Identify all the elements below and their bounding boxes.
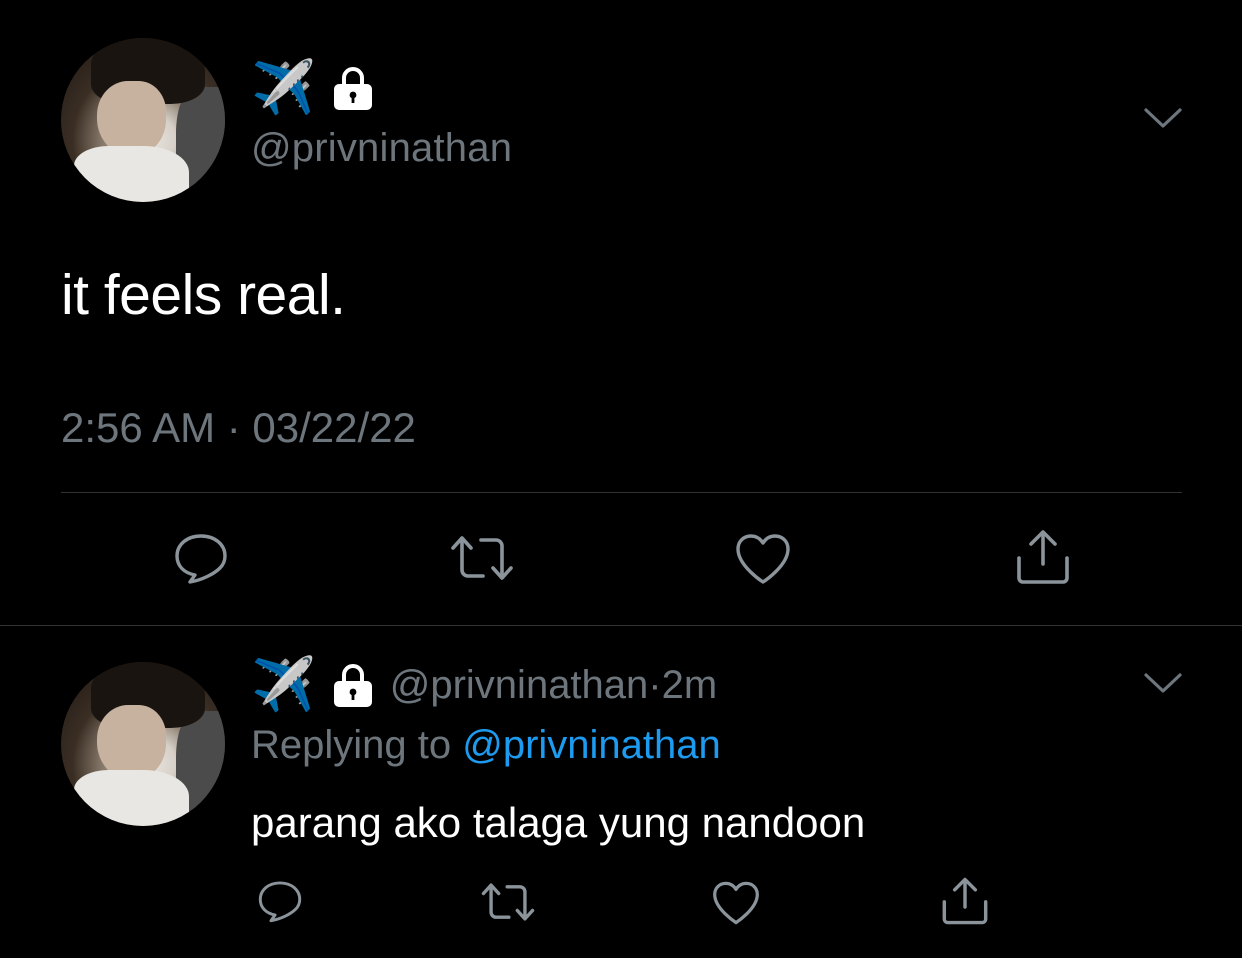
lock-icon [333,664,372,707]
user-handle[interactable]: @privninathan [251,126,512,171]
separator-dot: · [648,662,662,707]
airplane-emoji: ✈️ [251,58,316,118]
airplane-emoji[interactable]: ✈️ [251,659,316,711]
avatar[interactable] [61,38,225,202]
lock-icon [333,67,372,110]
avatar-shirt [74,146,189,202]
user-handle[interactable]: @privninathan [390,663,649,708]
tweet-text: parang ako talaga yung nandoon [251,799,866,846]
chevron-down-icon[interactable] [1143,671,1183,695]
avatar-face [97,80,166,157]
section-divider [0,625,1242,626]
avatar-shirt [74,770,189,826]
like-icon[interactable] [734,532,792,586]
tweet-timestamp[interactable]: 2:56 AM · 03/22/22 [61,404,416,452]
reply-icon[interactable] [173,530,229,586]
avatar[interactable] [61,662,225,826]
like-icon[interactable] [711,880,761,926]
tweet-text: it feels real. [61,263,346,327]
reply-icon[interactable] [256,878,304,924]
share-icon[interactable] [940,876,990,926]
share-icon[interactable] [1014,528,1072,586]
avatar-face [97,704,166,781]
divider [61,492,1182,493]
retweet-icon[interactable] [480,880,536,924]
reply-header: ✈️ @privninathan · 2m [251,650,717,720]
replying-to-line: Replying to @privninathan [251,723,721,768]
tweet-age[interactable]: 2m [662,663,718,708]
display-name[interactable]: ✈️ [251,60,376,116]
retweet-icon[interactable] [449,532,515,584]
mention-link[interactable]: @privninathan [462,723,721,767]
replying-to-prefix: Replying to [251,723,463,767]
chevron-down-icon[interactable] [1143,106,1183,130]
